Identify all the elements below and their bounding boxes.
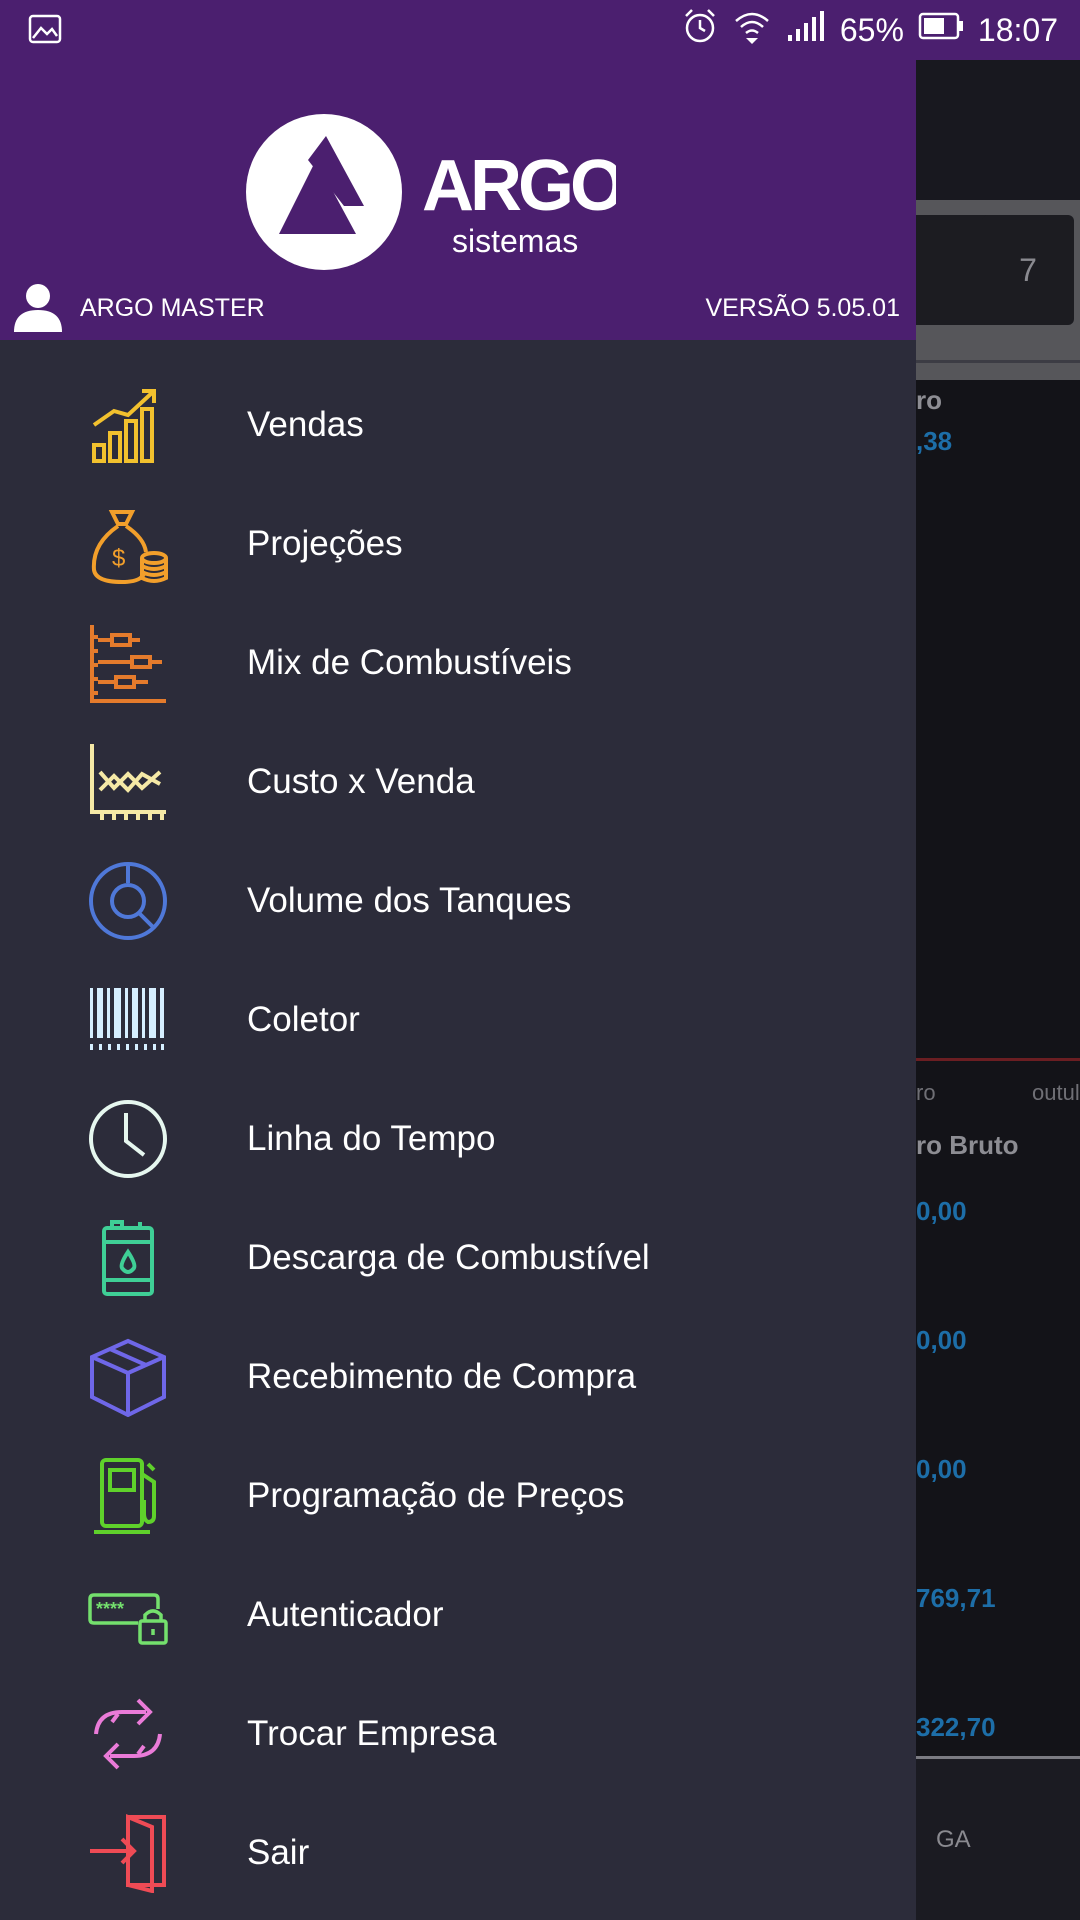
- pie-search-icon: [88, 861, 168, 941]
- status-bar: 65% 18:07: [0, 0, 1080, 60]
- menu-label: Linha do Tempo: [247, 1118, 496, 1158]
- bg-bottom-tab: GA: [936, 1826, 971, 1853]
- menu-item-linha-tempo[interactable]: Linha do Tempo: [0, 1079, 916, 1198]
- bg-partial-value: ,38: [916, 426, 953, 456]
- drawer-menu: Vendas $ Projeções Mix de Combustíveis C…: [0, 365, 916, 1912]
- user-name: ARGO MASTER: [80, 293, 265, 322]
- bg-partial-label: ro: [916, 385, 942, 415]
- bg-value: 322,70: [916, 1712, 996, 1742]
- menu-label: Trocar Empresa: [247, 1713, 497, 1753]
- menu-label: Vendas: [247, 404, 364, 444]
- bg-app-header: [916, 60, 1080, 200]
- swap-arrows-icon: [88, 1694, 168, 1774]
- menu-item-recebimento-compra[interactable]: Recebimento de Compra: [0, 1317, 916, 1436]
- bg-column-header: ro Bruto: [916, 1130, 1019, 1160]
- fuel-pump-icon: [88, 1456, 168, 1536]
- drawer-header: ARGO sistemas ARGO MASTER VERSÃO 5.05.01: [0, 60, 916, 340]
- menu-label: Descarga de Combustível: [247, 1237, 650, 1277]
- logout-door-icon: [88, 1813, 168, 1894]
- bg-value: 769,71: [916, 1583, 996, 1613]
- fuel-barrel-icon: [88, 1218, 168, 1298]
- gallery-notification-icon: [28, 14, 62, 49]
- menu-label: Autenticador: [247, 1594, 444, 1634]
- clock-time: 18:07: [977, 11, 1058, 48]
- menu-label: Sair: [247, 1832, 310, 1872]
- app-version: VERSÃO 5.05.01: [705, 293, 900, 322]
- bg-chart-line: [916, 1058, 1080, 1061]
- alarm-icon: [682, 7, 718, 53]
- bg-divider: [916, 360, 1080, 363]
- menu-item-descarga-combustivel[interactable]: Descarga de Combustível: [0, 1198, 916, 1317]
- password-lock-icon: ****: [88, 1575, 168, 1655]
- bg-value: 0,00: [916, 1454, 967, 1484]
- menu-label: Recebimento de Compra: [247, 1356, 637, 1396]
- bg-calendar-day: 7: [982, 215, 1074, 325]
- navigation-drawer: ARGO sistemas ARGO MASTER VERSÃO 5.05.01…: [0, 60, 916, 1920]
- clock-icon: [88, 1099, 168, 1179]
- svg-text:$: $: [112, 545, 125, 572]
- menu-label: Mix de Combustíveis: [247, 642, 572, 682]
- menu-item-custo-venda[interactable]: Custo x Venda: [0, 722, 916, 841]
- bg-axis-label: ro: [916, 1080, 936, 1105]
- menu-label: Volume dos Tanques: [247, 880, 572, 920]
- svg-text:****: ****: [96, 1599, 124, 1619]
- argo-logo: ARGO sistemas: [244, 110, 627, 274]
- barcode-icon: [88, 980, 168, 1060]
- money-bag-icon: $: [88, 504, 168, 585]
- bg-axis-label: outul: [1032, 1080, 1080, 1105]
- menu-label: Coletor: [247, 999, 360, 1039]
- package-box-icon: [88, 1337, 168, 1418]
- menu-item-programacao-precos[interactable]: Programação de Preços: [0, 1436, 916, 1555]
- menu-item-volume-tanques[interactable]: Volume dos Tanques: [0, 841, 916, 960]
- line-chart-icon: [88, 742, 168, 822]
- bg-bottom-nav: GA: [916, 1756, 1080, 1920]
- gantt-chart-icon: [88, 623, 168, 703]
- menu-item-autenticador[interactable]: **** Autenticador: [0, 1555, 916, 1674]
- svg-text:sistemas: sistemas: [452, 223, 578, 259]
- bg-value: 0,00: [916, 1325, 967, 1355]
- user-info: ARGO MASTER VERSÃO 5.05.01: [12, 280, 908, 336]
- menu-item-projecoes[interactable]: $ Projeções: [0, 484, 916, 603]
- menu-label: Projeções: [247, 523, 403, 563]
- svg-text:ARGO: ARGO: [422, 146, 616, 226]
- menu-item-mix-combustiveis[interactable]: Mix de Combustíveis: [0, 603, 916, 722]
- signal-icon: [786, 9, 826, 51]
- menu-item-vendas[interactable]: Vendas: [0, 365, 916, 484]
- menu-label: Custo x Venda: [247, 761, 475, 801]
- menu-item-coletor[interactable]: Coletor: [0, 960, 916, 1079]
- battery-level: 65%: [839, 11, 904, 48]
- menu-item-sair[interactable]: Sair: [0, 1793, 916, 1912]
- sales-chart-icon: [88, 385, 168, 465]
- battery-icon: [918, 11, 964, 49]
- user-avatar-icon: [12, 280, 64, 337]
- background-app: 7 ro ,38 ro outul ro Bruto 0,00 0,00 0,0…: [916, 60, 1080, 1920]
- menu-label: Programação de Preços: [247, 1475, 625, 1515]
- bg-value: 0,00: [916, 1196, 967, 1226]
- wifi-icon: [732, 7, 772, 53]
- menu-item-trocar-empresa[interactable]: Trocar Empresa: [0, 1674, 916, 1793]
